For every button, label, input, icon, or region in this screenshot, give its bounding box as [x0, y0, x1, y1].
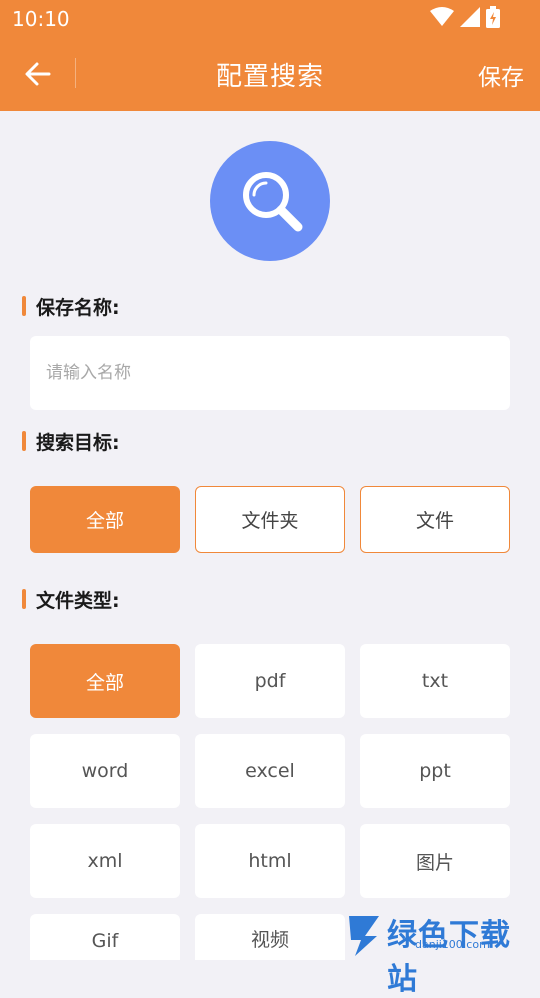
search-hero-badge	[210, 141, 330, 261]
section-accent-bar	[22, 431, 26, 451]
section-label-text: 搜索目标:	[36, 431, 120, 454]
battery-icon	[486, 6, 500, 28]
section-label-text: 文件类型:	[36, 589, 120, 612]
signal-icon	[460, 7, 480, 27]
watermark-logo-icon	[349, 916, 379, 956]
file-type-video-label: 视频	[250, 929, 289, 951]
search-icon	[243, 172, 303, 232]
top-app-bar: 10:10 配置搜索 保存	[0, 0, 540, 111]
file-type-html[interactable]: html	[195, 824, 345, 898]
file-type-pdf[interactable]: pdf	[195, 644, 345, 718]
target-option-all[interactable]: 全部	[30, 486, 180, 553]
target-option-file[interactable]: 文件	[360, 486, 510, 553]
file-type-all[interactable]: 全部	[30, 644, 180, 718]
file-type-excel[interactable]: excel	[195, 734, 345, 808]
file-type-txt[interactable]: txt	[360, 644, 510, 718]
file-type-xml[interactable]: xml	[30, 824, 180, 898]
section-accent-bar	[22, 296, 26, 316]
file-type-image[interactable]: 图片	[360, 824, 510, 898]
file-type-word[interactable]: word	[30, 734, 180, 808]
watermark-text: 绿色下载站	[387, 918, 511, 997]
section-label-save-name: 保存名称:	[22, 294, 120, 319]
section-label-file-type: 文件类型:	[22, 587, 120, 612]
file-type-gif[interactable]: Gif	[30, 914, 180, 960]
page-title: 配置搜索	[215, 62, 324, 92]
wifi-icon	[430, 7, 454, 26]
watermark-url: danji100.com	[415, 938, 490, 951]
status-icons	[430, 6, 500, 28]
watermark: 绿色下载站 danji100.com	[345, 908, 540, 997]
section-label-search-target: 搜索目标:	[22, 429, 120, 454]
save-button[interactable]: 保存	[478, 58, 524, 92]
status-time: 10:10	[12, 7, 70, 31]
section-accent-bar	[22, 589, 26, 609]
file-type-ppt[interactable]: ppt	[360, 734, 510, 808]
file-type-gif-label: Gif	[91, 930, 119, 952]
section-label-text: 保存名称:	[36, 296, 120, 319]
target-option-folder[interactable]: 文件夹	[195, 486, 345, 553]
name-input[interactable]	[30, 336, 510, 410]
file-type-video[interactable]: 视频	[195, 914, 345, 960]
